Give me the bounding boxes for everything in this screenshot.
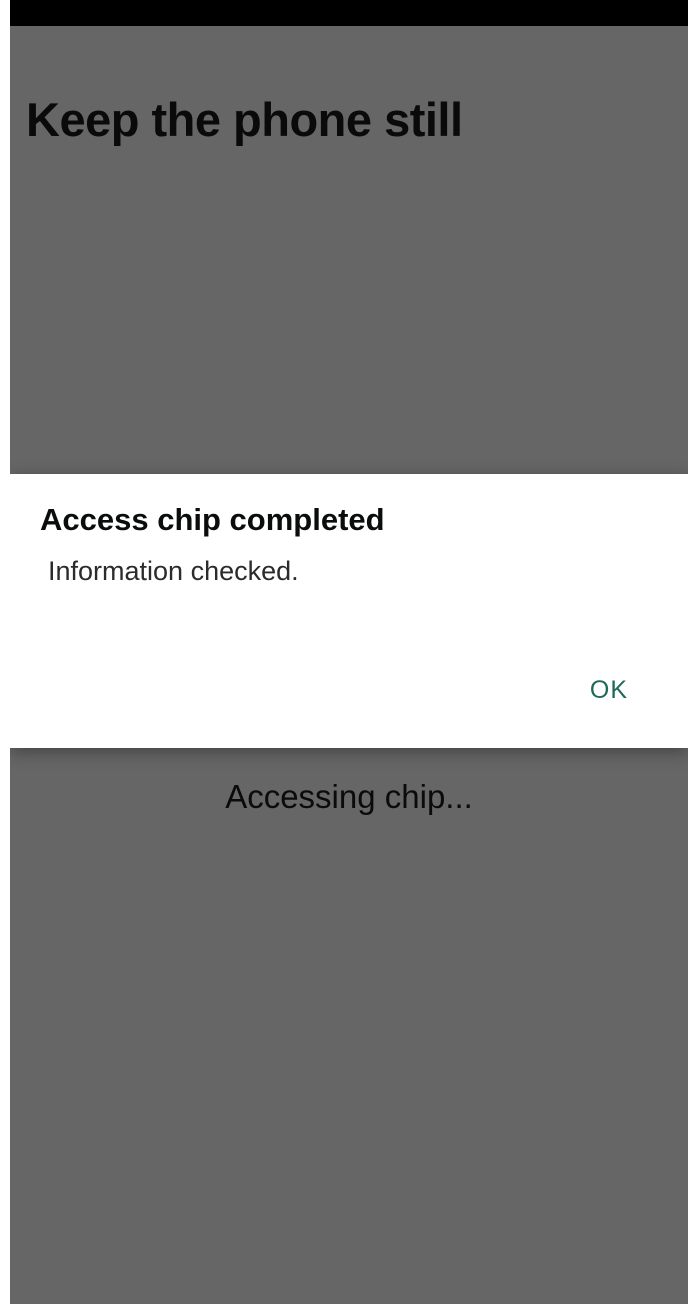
page-title: Keep the phone still xyxy=(26,93,463,146)
dialog-title: Access chip completed xyxy=(40,502,385,537)
alert-dialog: Access chip completed Information checke… xyxy=(10,474,688,748)
status-bar xyxy=(10,0,688,26)
app-screen: Keep the phone still Accessing chip... A… xyxy=(10,0,688,1304)
progress-status-text: Accessing chip... xyxy=(225,778,473,815)
dialog-message: Information checked. xyxy=(48,556,299,586)
ok-button[interactable]: OK xyxy=(580,670,638,711)
